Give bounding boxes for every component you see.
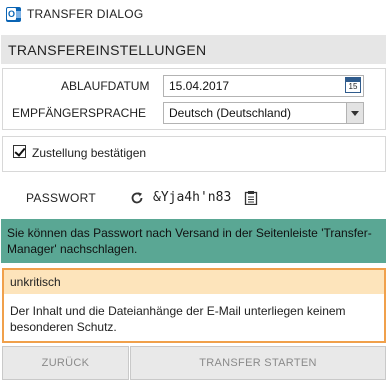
security-level-header: unkritisch [4, 270, 384, 294]
title-bar: O TRANSFER DIALOG [0, 0, 388, 28]
password-label: PASSWORT [26, 191, 96, 205]
clipboard-icon[interactable] [244, 190, 258, 206]
start-transfer-button[interactable]: TRANSFER STARTEN [130, 346, 386, 380]
chevron-down-icon[interactable] [346, 103, 363, 123]
security-level-description: Der Inhalt und die Dateianhänge der E-Ma… [10, 304, 346, 334]
back-button[interactable]: ZURÜCK [2, 346, 129, 380]
calendar-day: 15 [348, 82, 358, 91]
expiry-label: ABLAUFDATUM [61, 79, 150, 93]
language-select[interactable]: Deutsch (Deutschland) [163, 102, 364, 124]
outlook-icon: O [6, 6, 21, 22]
password-info-banner: Sie können das Passwort nach Versand in … [1, 219, 386, 263]
section-header: TRANSFEREINSTELLUNGEN [1, 35, 386, 64]
confirm-delivery-label[interactable]: Zustellung bestätigen [32, 146, 146, 160]
section-title: TRANSFEREINSTELLUNGEN [8, 41, 207, 58]
password-value: &Yja4h'n83 [153, 190, 232, 205]
calendar-icon[interactable]: 15 [345, 77, 361, 93]
refresh-icon[interactable] [130, 191, 144, 205]
language-label: EMPFÄNGERSPRACHE [12, 106, 147, 120]
password-info-text: Sie können das Passwort nach Versand in … [7, 226, 372, 256]
expiry-date-field[interactable]: 15.04.2017 15 [163, 75, 364, 97]
window-title: TRANSFER DIALOG [27, 7, 144, 21]
security-level-label: unkritisch [10, 275, 61, 289]
expiry-date-value: 15.04.2017 [169, 79, 230, 93]
confirm-delivery-checkbox[interactable] [13, 145, 26, 158]
security-level-box: unkritisch Der Inhalt und die Dateianhän… [2, 268, 386, 343]
language-value: Deutsch (Deutschland) [169, 106, 292, 120]
